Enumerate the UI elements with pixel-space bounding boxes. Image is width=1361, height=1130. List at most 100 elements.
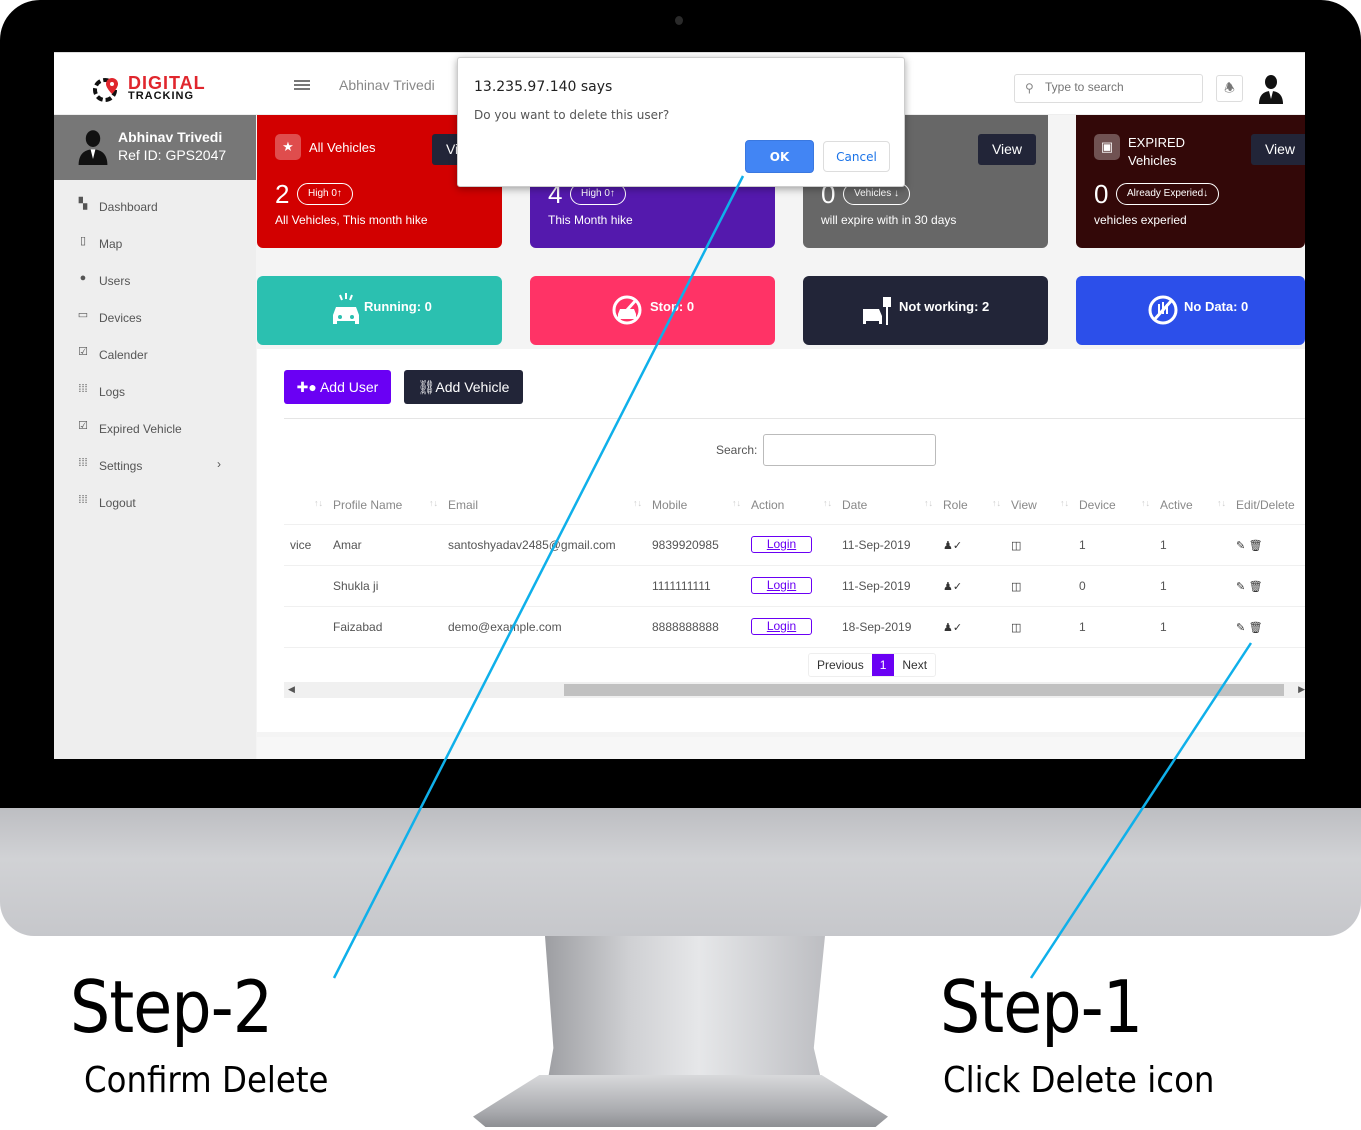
- cell-profile-name: Shukla ji: [327, 565, 442, 607]
- login-button[interactable]: Login: [751, 618, 812, 635]
- header-search[interactable]: ⚲: [1014, 74, 1203, 103]
- cancel-button[interactable]: Cancel: [823, 141, 890, 172]
- cell-active: 1: [1154, 524, 1230, 566]
- login-button[interactable]: Login: [751, 536, 812, 553]
- table-search-input[interactable]: [763, 434, 936, 466]
- cell-role: ♟✓: [937, 565, 1005, 607]
- sidebar-item-expired-vehicle[interactable]: ☑ Expired Vehicle: [54, 410, 256, 447]
- monitor-stand: [545, 936, 825, 1096]
- cell-mobile: 9839920985: [646, 524, 745, 566]
- add-vehicle-label: Add Vehicle: [435, 378, 510, 395]
- scroll-right-icon[interactable]: ▶: [1298, 684, 1305, 695]
- edit-pencil-icon[interactable]: ✎: [1236, 540, 1245, 552]
- delete-trash-icon[interactable]: 🗑: [1249, 540, 1263, 552]
- sidebar-item-settings[interactable]: ⁞⁞⁞ Settings ›: [54, 447, 256, 484]
- cell-view: ◫: [1005, 606, 1073, 648]
- avatar: [78, 130, 108, 165]
- add-user-button[interactable]: ✚● Add User: [284, 370, 391, 404]
- horizontal-scrollbar[interactable]: ◀ ▶: [284, 682, 1305, 698]
- sidebar-item-dashboard[interactable]: ▚ Dashboard: [54, 188, 256, 225]
- view-details-icon[interactable]: ◫: [1011, 622, 1021, 634]
- logo-icon: [93, 78, 118, 102]
- user-check-icon[interactable]: ♟✓: [943, 581, 962, 593]
- delete-trash-icon[interactable]: 🗑: [1249, 622, 1263, 634]
- column-header[interactable]: ↑↓: [284, 486, 327, 525]
- step2-subtitle: Confirm Delete: [84, 1060, 329, 1101]
- card-subtitle: All Vehicles, This month hike: [275, 213, 428, 227]
- pagination-previous[interactable]: Previous: [809, 654, 872, 676]
- view-button[interactable]: View: [978, 134, 1036, 165]
- bell-icon[interactable]: 🕭: [1216, 75, 1243, 102]
- sidebar-item-label: Logs: [99, 385, 126, 399]
- hamburger-icon[interactable]: [294, 80, 310, 92]
- column-header-role[interactable]: Role ↑↓: [937, 486, 1005, 525]
- cell-edit-delete: ✎ 🗑: [1230, 606, 1305, 648]
- sidebar-item-logs[interactable]: ⁞⁞⁞ Logs: [54, 373, 256, 410]
- cell-action: Login: [745, 606, 836, 648]
- status-stop[interactable]: Stop: 0: [530, 276, 775, 345]
- card-subtitle: This Month hike: [548, 213, 633, 227]
- sidebar-item-calender[interactable]: ☑ Calender: [54, 336, 256, 373]
- cell-profile-name: Amar: [327, 524, 442, 566]
- edit-pencil-icon[interactable]: ✎: [1236, 581, 1245, 593]
- sort-icon: ↑↓: [1060, 498, 1069, 508]
- logo[interactable]: DIGITAL TRACKING: [92, 73, 212, 103]
- column-header-email[interactable]: Email ↑↓: [442, 486, 646, 525]
- sidebar-item-users[interactable]: ● Users: [54, 262, 256, 299]
- delete-trash-icon[interactable]: 🗑: [1249, 581, 1263, 593]
- user-check-icon[interactable]: ♟✓: [943, 622, 962, 634]
- view-details-icon[interactable]: ◫: [1011, 540, 1021, 552]
- cell-active: 1: [1154, 606, 1230, 648]
- cell-active: 1: [1154, 565, 1230, 607]
- sort-icon: ↑↓: [1141, 498, 1150, 508]
- add-users-icon: ✚●: [296, 378, 320, 395]
- column-header-action[interactable]: Action ↑↓: [745, 486, 836, 525]
- header-search-input[interactable]: [1045, 80, 1195, 94]
- pagination-page[interactable]: 1: [871, 654, 895, 676]
- ambulance-icon: ⛓: [417, 378, 436, 395]
- cell-email: santoshyadav2485@gmail.com: [442, 524, 646, 566]
- cell-action: Login: [745, 565, 836, 607]
- sidebar: Abhinav Trivedi Ref ID: GPS2047 ▚ Dashboa…: [54, 115, 256, 759]
- users-panel: ✚● Add User ⛓Add Vehicle Search: ↑↓ Prof…: [257, 349, 1305, 732]
- grid-icon: ⁞⁞⁞: [78, 457, 88, 469]
- column-header-view[interactable]: View ↑↓: [1005, 486, 1073, 525]
- status-no-data[interactable]: No Data: 0: [1076, 276, 1305, 345]
- status-not-working[interactable]: Not working: 2: [803, 276, 1048, 345]
- user-avatar-icon[interactable]: [1257, 74, 1285, 104]
- sort-icon: ↑↓: [992, 498, 1001, 508]
- table-row: Shukla ji 1111111111 Login 11-Sep-2019 ♟…: [284, 565, 1305, 607]
- confirm-dialog: 13.235.97.140 says Do you want to delete…: [457, 57, 905, 187]
- ok-button[interactable]: OK: [745, 140, 814, 173]
- cell-email: [442, 565, 646, 607]
- status-running[interactable]: Running: 0: [257, 276, 502, 345]
- sort-icon: ↑↓: [633, 498, 642, 508]
- logo-text-tracking: TRACKING: [128, 90, 195, 102]
- footer: [257, 737, 1305, 759]
- status-label: Not working: 2: [899, 299, 990, 314]
- sort-icon: ↑↓: [314, 498, 323, 508]
- sidebar-item-devices[interactable]: ▭ Devices: [54, 299, 256, 336]
- login-button[interactable]: Login: [751, 577, 812, 594]
- cell-date: 18-Sep-2019: [836, 606, 937, 648]
- step1-title: Step-1: [940, 965, 1143, 1049]
- view-button[interactable]: View: [1251, 134, 1305, 165]
- user-check-icon[interactable]: ♟✓: [943, 540, 962, 552]
- sidebar-item-logout[interactable]: ⁞⁞⁞ Logout: [54, 484, 256, 521]
- scrollbar-thumb[interactable]: [564, 684, 1284, 696]
- pagination-next[interactable]: Next: [894, 654, 935, 676]
- cell-device: 1: [1073, 606, 1154, 648]
- cell-mobile: 8888888888: [646, 606, 745, 648]
- column-header-profile-name[interactable]: Profile Name ↑↓: [327, 486, 442, 525]
- column-header-mobile[interactable]: Mobile ↑↓: [646, 486, 745, 525]
- edit-pencil-icon[interactable]: ✎: [1236, 622, 1245, 634]
- column-header-active[interactable]: Active ↑↓: [1154, 486, 1230, 525]
- car-alert-icon: [333, 293, 359, 324]
- scroll-left-icon[interactable]: ◀: [288, 684, 295, 695]
- view-details-icon[interactable]: ◫: [1011, 581, 1021, 593]
- cell-truncated: vice: [284, 524, 327, 566]
- column-header-date[interactable]: Date ↑↓: [836, 486, 937, 525]
- sidebar-item-map[interactable]: ▯ Map: [54, 225, 256, 262]
- add-vehicle-button[interactable]: ⛓Add Vehicle: [404, 370, 523, 404]
- column-header-device[interactable]: Device ↑↓: [1073, 486, 1154, 525]
